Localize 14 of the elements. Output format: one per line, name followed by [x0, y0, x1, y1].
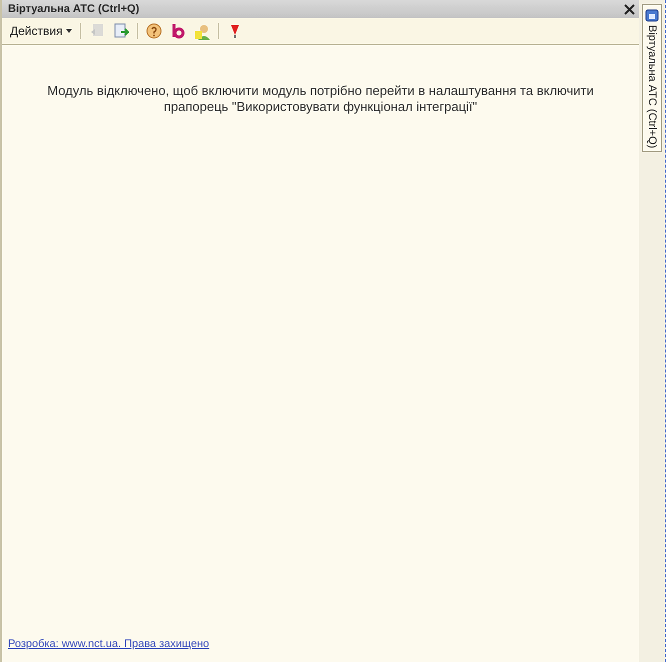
- actions-menu[interactable]: Действия: [8, 24, 74, 38]
- footer-link[interactable]: Розробка: www.nct.ua. Права захищено: [8, 638, 210, 650]
- side-tab[interactable]: Віртуальна АТС (Ctrl+Q): [642, 4, 662, 152]
- export-icon: [112, 23, 129, 39]
- help-icon: [146, 23, 162, 39]
- marker-icon: [228, 23, 241, 39]
- logo-icon: [170, 23, 185, 39]
- window-title: Віртуальна АТС (Ctrl+Q): [8, 3, 140, 15]
- close-icon[interactable]: [624, 4, 635, 14]
- message-text: Модуль відключено, щоб включити модуль потрібно перейти в налаштування та включити прапорець "Використовувати функціонал інтеграції": [46, 83, 595, 115]
- user-icon: [194, 22, 210, 40]
- caret-icon: [66, 29, 72, 33]
- toolbar-button[interactable]: [144, 21, 164, 41]
- document-icon: [90, 23, 104, 39]
